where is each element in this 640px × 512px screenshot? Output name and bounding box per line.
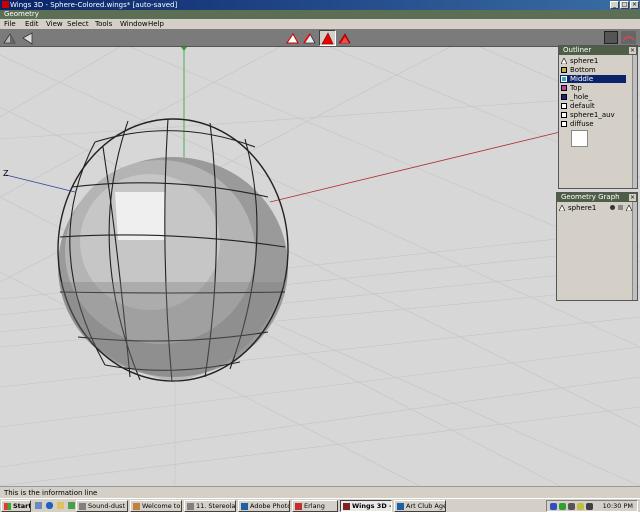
- taskbar-erlang[interactable]: Erlang: [292, 500, 338, 512]
- close-button[interactable]: ×: [630, 1, 639, 9]
- tray-app-icon-3[interactable]: [586, 503, 593, 510]
- diffuse-thumbnail[interactable]: [571, 130, 588, 147]
- menu-file[interactable]: File: [4, 19, 16, 29]
- screenshot-icon[interactable]: [604, 31, 618, 44]
- image-icon: [561, 121, 567, 127]
- menu-bar: File Edit View Select Tools Window Help: [0, 19, 640, 29]
- face-mode-button[interactable]: [319, 30, 336, 46]
- material-icon: [561, 67, 567, 73]
- app-icon: [187, 503, 194, 510]
- face-mode-icon: [321, 32, 334, 45]
- desktop-icon[interactable]: [35, 502, 42, 509]
- z-axis-line: [5, 174, 76, 193]
- maximize-button[interactable]: □: [620, 1, 629, 9]
- wings-app-icon: [2, 1, 9, 8]
- system-tray: 10:30 PM: [546, 500, 638, 512]
- outliner-item-sphere1-auv[interactable]: sphere1_auv: [560, 111, 636, 119]
- toolbar: [0, 29, 640, 47]
- y-axis-arrow: [181, 47, 187, 51]
- outliner-item-top[interactable]: Top: [560, 84, 636, 92]
- outliner-item-sphere1[interactable]: sphere1: [560, 57, 636, 65]
- window-title: Wings 3D - Sphere-Colored.wings* [auto-s…: [10, 1, 178, 9]
- taskbar-sound-dust[interactable]: Sound-dust (...: [76, 500, 128, 512]
- geometry-graph-header[interactable]: Geometry Graph ×: [557, 193, 637, 202]
- outliner-item-middle[interactable]: Middle: [560, 75, 626, 83]
- object-icon: [559, 205, 565, 211]
- outliner-panel[interactable]: Outliner × sphere1 Bottom Middle Top _ho…: [558, 45, 638, 189]
- media-icon[interactable]: [68, 502, 75, 509]
- x-axis-line: [269, 131, 561, 203]
- tray-app-icon[interactable]: [559, 503, 566, 510]
- material-icon: [561, 94, 567, 100]
- geometry-graph-close-icon[interactable]: ×: [629, 194, 636, 201]
- information-text: This is the information line: [4, 489, 98, 497]
- volume-icon[interactable]: [568, 503, 575, 510]
- taskbar-wings3d[interactable]: Wings 3D - ...: [340, 500, 392, 512]
- outliner-close-icon[interactable]: ×: [629, 47, 636, 54]
- material-icon: [561, 103, 567, 109]
- geometry-graph-panel[interactable]: Geometry Graph × sphere1: [556, 192, 638, 301]
- viewport-canvas: Z: [0, 47, 640, 486]
- 3d-viewport[interactable]: Z: [0, 47, 640, 486]
- material-icon: [561, 76, 567, 82]
- menu-tools[interactable]: Tools: [95, 19, 112, 29]
- menu-help[interactable]: Help: [148, 19, 164, 29]
- taskbar-welcome[interactable]: Welcome to t...: [130, 500, 182, 512]
- taskbar: Start Sound-dust (... Welcome to t... 11…: [0, 498, 640, 512]
- information-line: This is the information line: [0, 486, 640, 498]
- geometry-title: Geometry: [4, 10, 39, 18]
- view-mode-icon[interactable]: [3, 32, 16, 45]
- geometry-window-header[interactable]: Geometry: [0, 10, 640, 19]
- menu-select[interactable]: Select: [67, 19, 89, 29]
- app-icon: [397, 503, 404, 510]
- minimize-button[interactable]: _: [610, 1, 619, 9]
- body-mode-icon[interactable]: [338, 32, 351, 45]
- outliner-item-diffuse[interactable]: diffuse: [560, 120, 636, 128]
- app-icon: [133, 503, 140, 510]
- windows-logo-icon: [4, 503, 11, 510]
- outliner-item-bottom[interactable]: Bottom: [560, 66, 636, 74]
- outliner-item-default[interactable]: default: [560, 102, 636, 110]
- image-icon: [561, 112, 567, 118]
- clock[interactable]: 10:30 PM: [603, 502, 633, 511]
- shading-icon[interactable]: [21, 32, 34, 45]
- menu-edit[interactable]: Edit: [25, 19, 39, 29]
- window-titlebar[interactable]: Wings 3D - Sphere-Colored.wings* [auto-s…: [0, 0, 640, 10]
- outliner-header[interactable]: Outliner ×: [559, 46, 637, 55]
- menu-window[interactable]: Window: [120, 19, 148, 29]
- eye-icon[interactable]: [610, 205, 615, 210]
- edge-mode-icon[interactable]: [303, 32, 316, 45]
- outliner-scrollbar[interactable]: [632, 55, 637, 188]
- graph-item-sphere1[interactable]: sphere1: [558, 204, 636, 212]
- object-icon: [561, 58, 567, 64]
- sphere-object[interactable]: [57, 118, 289, 383]
- lock-icon[interactable]: [618, 205, 623, 210]
- menu-view[interactable]: View: [46, 19, 63, 29]
- network-icon[interactable]: [550, 503, 557, 510]
- geometry-graph-scrollbar[interactable]: [632, 202, 637, 300]
- app-icon: [343, 503, 350, 510]
- taskbar-stereolab[interactable]: 11. Stereolab...: [184, 500, 236, 512]
- graph-icon[interactable]: [621, 31, 636, 44]
- geometry-graph-title: Geometry Graph: [561, 193, 620, 201]
- taskbar-art-club[interactable]: Art Club Age...: [394, 500, 446, 512]
- z-axis-label: Z: [3, 169, 9, 178]
- start-button[interactable]: Start: [1, 500, 31, 512]
- app-icon: [241, 503, 248, 510]
- app-icon: [79, 503, 86, 510]
- vertex-mode-icon[interactable]: [286, 32, 299, 45]
- selected-face[interactable]: [115, 192, 165, 240]
- folder-icon[interactable]: [57, 502, 64, 509]
- outliner-title: Outliner: [563, 46, 592, 54]
- ie-icon[interactable]: [46, 502, 53, 509]
- tray-app-icon-2[interactable]: [577, 503, 584, 510]
- app-icon: [295, 503, 302, 510]
- outliner-item-hole[interactable]: _hole_: [560, 93, 636, 101]
- material-icon: [561, 85, 567, 91]
- taskbar-photoshop[interactable]: Adobe Photo...: [238, 500, 290, 512]
